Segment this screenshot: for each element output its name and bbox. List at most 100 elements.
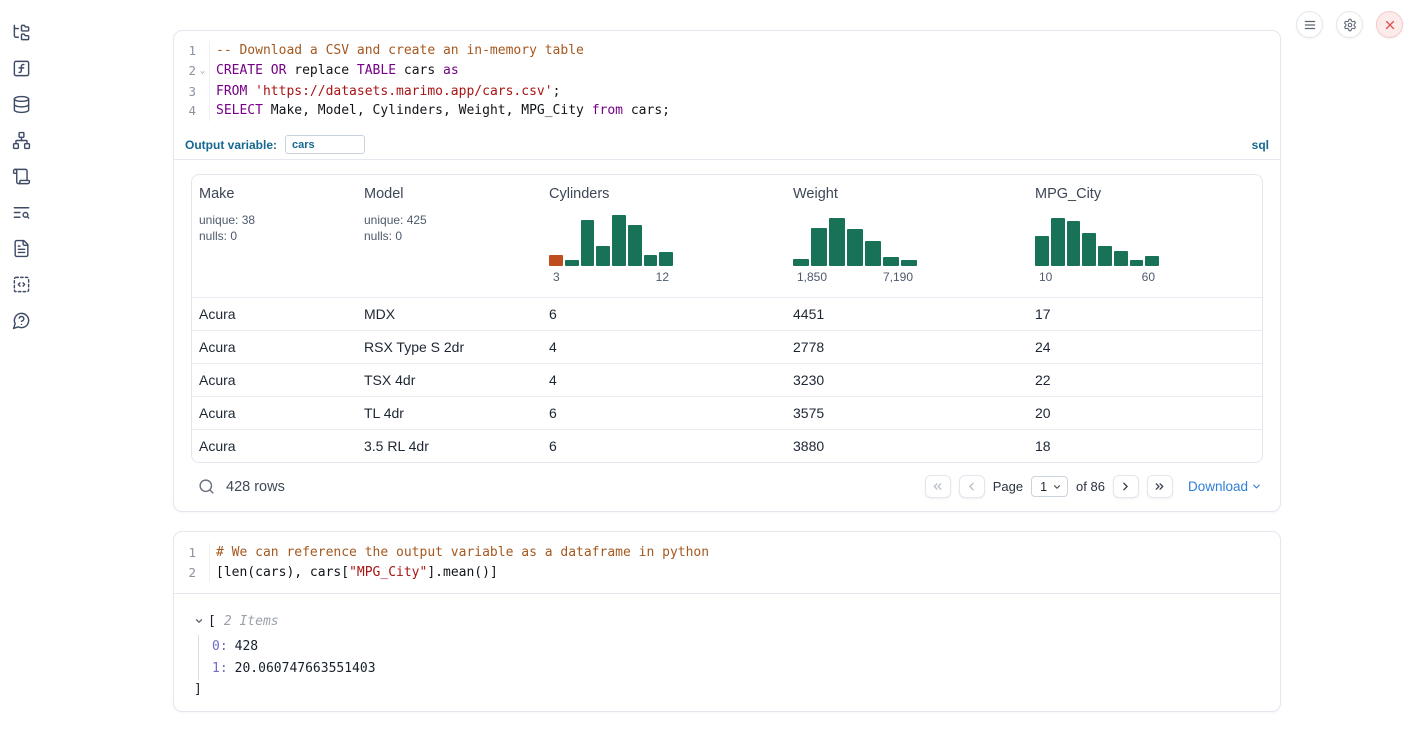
histogram-bar[interactable] xyxy=(901,260,917,266)
histogram-bar[interactable] xyxy=(565,260,579,266)
histogram-bars xyxy=(1035,214,1159,266)
histogram-bar[interactable] xyxy=(659,252,673,266)
code-text: SELECT Make, Model, Cylinders, Weight, M… xyxy=(210,101,670,121)
search-icon[interactable] xyxy=(198,478,215,495)
histogram-bar[interactable] xyxy=(883,257,899,265)
tree-collapse-icon[interactable] xyxy=(194,616,208,626)
log-search-icon[interactable] xyxy=(10,201,33,224)
list-value: 428 xyxy=(235,639,258,654)
histogram-bar[interactable] xyxy=(793,259,809,266)
histogram-range-labels: 312 xyxy=(549,270,673,284)
output-variable-bar: Output variable: sql xyxy=(174,131,1280,160)
python-code-editor[interactable]: 1# We can reference the output variable … xyxy=(174,532,1280,594)
table-footer: 428 rows Page 1 of 86 xyxy=(191,472,1263,502)
python-cell: 1# We can reference the output variable … xyxy=(173,531,1281,712)
list-index: 0: xyxy=(212,639,228,654)
code-text: FROM 'https://datasets.marimo.app/cars.c… xyxy=(210,82,560,102)
histogram-bar[interactable] xyxy=(1098,246,1112,266)
items-count-label: 2 Items xyxy=(224,614,279,629)
table-cell: Acura xyxy=(192,372,357,388)
histogram-bar[interactable] xyxy=(628,225,642,266)
first-page-button[interactable] xyxy=(925,475,951,498)
sql-code-editor[interactable]: 1-- Download a CSV and create an in-memo… xyxy=(174,31,1280,131)
document-icon[interactable] xyxy=(10,237,33,260)
list-item: 0: 428 xyxy=(212,635,1280,658)
dependency-graph-icon[interactable] xyxy=(10,129,33,152)
column-header-cylinders[interactable]: Cylinders312 xyxy=(542,175,786,297)
table-row[interactable]: AcuraTSX 4dr4323022 xyxy=(192,363,1262,396)
histogram-bar[interactable] xyxy=(1082,233,1096,266)
row-count: 428 rows xyxy=(226,479,285,495)
histogram-range-labels: 1,8507,190 xyxy=(793,270,917,284)
histogram-max-label: 12 xyxy=(656,270,669,284)
column-name: Model xyxy=(364,186,542,202)
next-page-button[interactable] xyxy=(1113,475,1139,498)
scroll-icon[interactable] xyxy=(10,165,33,188)
gear-icon[interactable] xyxy=(1336,11,1363,38)
column-header-make[interactable]: Makeunique: 38nulls: 0 xyxy=(192,175,357,297)
database-icon[interactable] xyxy=(10,93,33,116)
column-header-model[interactable]: Model unique: 425nulls: 0 xyxy=(357,175,542,297)
table-cell: 6 xyxy=(542,438,786,454)
code-line: 2[len(cars), cars["MPG_City"].mean()] xyxy=(174,563,1280,583)
histogram-bar[interactable] xyxy=(1145,256,1159,266)
histogram-bar[interactable] xyxy=(865,241,881,266)
histogram-bar[interactable] xyxy=(644,255,658,265)
histogram-bar[interactable] xyxy=(847,229,863,265)
histogram-bar[interactable] xyxy=(549,255,563,265)
last-page-button[interactable] xyxy=(1147,475,1173,498)
column-stats: unique: 425nulls: 0 xyxy=(364,212,542,245)
function-icon[interactable] xyxy=(10,57,33,80)
histogram-bar[interactable] xyxy=(596,246,610,266)
table-row[interactable]: Acura3.5 RL 4dr6388018 xyxy=(192,429,1262,462)
column-stat: unique: 425 xyxy=(364,212,542,229)
line-number: 2 xyxy=(174,563,196,583)
table-row[interactable]: AcuraRSX Type S 2dr4277824 xyxy=(192,330,1262,363)
histogram-bar[interactable] xyxy=(581,220,595,266)
table-cell: MDX xyxy=(357,306,542,322)
column-header-mpg_city[interactable]: MPG_City1060 xyxy=(1028,175,1262,297)
histogram-bar[interactable] xyxy=(1114,251,1128,266)
code-line: 1# We can reference the output variable … xyxy=(174,543,1280,563)
page-label: Page xyxy=(993,479,1023,494)
table-cell: TSX 4dr xyxy=(357,372,542,388)
histogram-range-labels: 1060 xyxy=(1035,270,1159,284)
code-text: # We can reference the output variable a… xyxy=(210,543,709,563)
histogram-max-label: 60 xyxy=(1142,270,1155,284)
table-cell: 3230 xyxy=(786,372,1028,388)
sql-cell: 1-- Download a CSV and create an in-memo… xyxy=(173,30,1281,512)
histogram-bar[interactable] xyxy=(811,228,827,265)
column-header-weight[interactable]: Weight1,8507,190 xyxy=(786,175,1028,297)
output-variable-input[interactable] xyxy=(285,135,365,154)
histogram-bar[interactable] xyxy=(829,218,845,266)
fold-spacer xyxy=(196,543,209,563)
help-icon[interactable] xyxy=(10,309,33,332)
fold-chevron-icon[interactable]: ⌄ xyxy=(196,61,209,82)
download-button[interactable]: Download xyxy=(1188,479,1262,494)
snippets-icon[interactable] xyxy=(10,273,33,296)
column-histogram: 312 xyxy=(549,214,673,284)
file-tree-icon[interactable] xyxy=(10,21,33,44)
fold-spacer xyxy=(196,41,209,61)
table-cell: Acura xyxy=(192,306,357,322)
histogram-bar[interactable] xyxy=(1130,260,1144,266)
menu-icon[interactable] xyxy=(1296,11,1323,38)
histogram-bar[interactable] xyxy=(1067,221,1081,266)
histogram-bars xyxy=(549,214,673,266)
table-cell: 18 xyxy=(1028,438,1262,454)
column-histogram: 1060 xyxy=(1035,214,1159,284)
open-bracket: [ xyxy=(208,614,216,629)
prev-page-button[interactable] xyxy=(959,475,985,498)
histogram-bar[interactable] xyxy=(612,215,626,265)
code-line: 2⌄CREATE OR replace TABLE cars as xyxy=(174,61,1280,82)
histogram-bar[interactable] xyxy=(1035,236,1049,266)
page-select[interactable]: 1 xyxy=(1031,476,1068,497)
close-icon[interactable] xyxy=(1376,11,1403,38)
table-cell: 24 xyxy=(1028,339,1262,355)
table-cell: 3.5 RL 4dr xyxy=(357,438,542,454)
table-row[interactable]: AcuraMDX6445117 xyxy=(192,297,1262,330)
histogram-bar[interactable] xyxy=(1051,218,1065,266)
list-value: 20.060747663551403 xyxy=(235,661,376,676)
table-row[interactable]: AcuraTL 4dr6357520 xyxy=(192,396,1262,429)
sql-cell-output: Makeunique: 38nulls: 0 Model unique: 425nu… xyxy=(174,160,1280,502)
